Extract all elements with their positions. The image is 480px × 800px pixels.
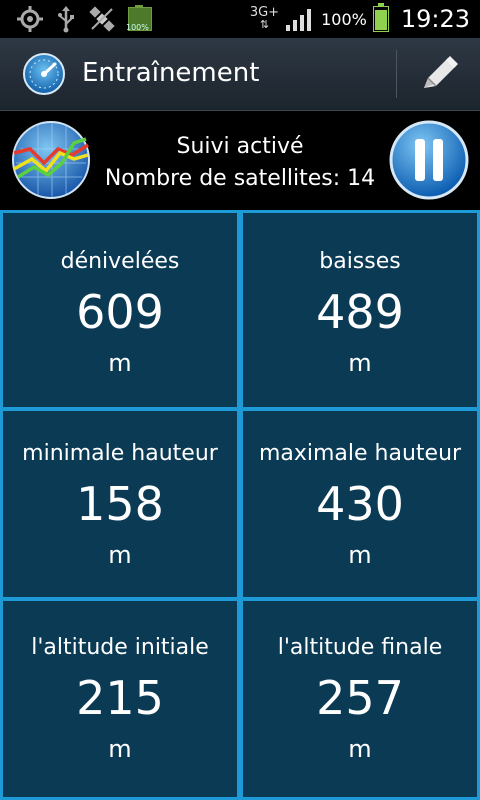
stat-cell-elevation-gain[interactable]: dénivelées 609 m (3, 213, 237, 407)
satellite-count: Nombre de satellites: 14 (104, 166, 376, 191)
status-right: 3G+ ⇅ 100% 19:23 (250, 0, 470, 38)
chart-globe-icon[interactable] (10, 119, 92, 201)
tracking-panel: Suivi activé Nombre de satellites: 14 (0, 111, 480, 211)
usb-icon (58, 6, 74, 33)
stat-cell-max-height[interactable]: maximale hauteur 430 m (243, 411, 477, 597)
data-arrows-icon: ⇅ (259, 18, 270, 31)
speedometer-icon[interactable] (22, 52, 66, 96)
stat-unit: m (108, 541, 132, 569)
stat-label: l'altitude finale (277, 635, 443, 660)
stat-value: 215 (76, 671, 164, 725)
stat-unit: m (348, 349, 372, 377)
clock: 19:23 (400, 5, 470, 33)
stat-value: 489 (316, 285, 404, 339)
stat-unit: m (348, 735, 372, 763)
network-indicator: 3G+ ⇅ (250, 6, 279, 31)
stat-unit: m (108, 735, 132, 763)
stat-value: 158 (76, 477, 164, 531)
stat-label: dénivelées (60, 249, 180, 274)
stat-label: baisses (319, 249, 401, 274)
stat-value: 609 (76, 285, 164, 339)
signal-icon (286, 9, 312, 31)
stat-label: l'altitude initiale (31, 635, 209, 660)
action-bar-divider (396, 50, 397, 98)
stat-unit: m (348, 541, 372, 569)
stat-cell-end-altitude[interactable]: l'altitude finale 257 m (243, 601, 477, 797)
pencil-icon[interactable] (412, 52, 462, 96)
stat-value: 430 (316, 477, 404, 531)
action-bar: Entraînement (0, 38, 480, 111)
pause-button[interactable] (388, 119, 470, 201)
battery-small-label: 100% (126, 23, 149, 32)
status-left-icons: 100% (16, 4, 152, 34)
stat-label: maximale hauteur (258, 441, 462, 466)
gps-icon (17, 6, 43, 32)
tracking-status: Suivi activé (176, 134, 304, 159)
battery-percent: 100% (321, 9, 367, 29)
battery-small-icon: 100% (126, 5, 152, 33)
satellite-off-icon (89, 6, 115, 32)
page-title: Entraînement (82, 58, 260, 88)
stat-unit: m (108, 349, 132, 377)
stat-value: 257 (316, 671, 404, 725)
stat-cell-descent[interactable]: baisses 489 m (243, 213, 477, 407)
stat-label: minimale hauteur (22, 441, 218, 466)
stat-cell-start-altitude[interactable]: l'altitude initiale 215 m (3, 601, 237, 797)
battery-icon (372, 3, 389, 32)
status-bar: 100% 3G+ ⇅ 100% 19:23 (0, 0, 480, 38)
tracking-info: Suivi activé Nombre de satellites: 14 (92, 131, 388, 195)
stat-cell-min-height[interactable]: minimale hauteur 158 m (3, 411, 237, 597)
stats-grid: dénivelées 609 m baisses 489 m minimale … (0, 210, 480, 800)
